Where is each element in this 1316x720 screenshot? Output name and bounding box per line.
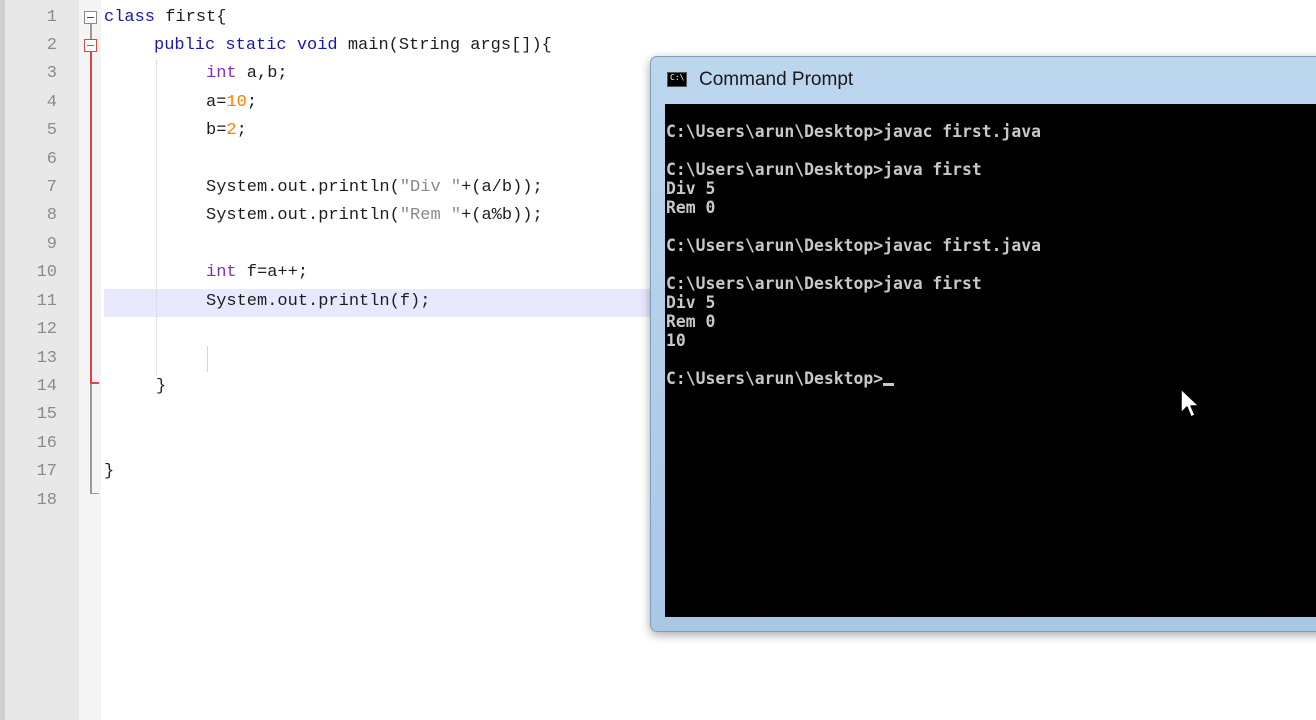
console-output: C:\Users\arun\Desktop>javac first.java C…: [665, 104, 1316, 388]
line-number: 5: [46, 121, 57, 140]
line-number: 6: [46, 150, 57, 169]
code-token: b=: [206, 121, 227, 140]
code-token: ;: [236, 121, 247, 140]
console-cursor: [883, 383, 895, 386]
fold-end-class: [90, 493, 99, 494]
mouse-pointer-icon: [1180, 388, 1200, 418]
cmd-icon: C:\: [667, 72, 687, 87]
code-token: main(String args[]){: [337, 36, 552, 55]
code-line-1: class first{: [104, 4, 226, 32]
code-token: a,b;: [236, 64, 288, 83]
line-number: 4: [46, 93, 57, 112]
fold-toggle-class[interactable]: [84, 11, 97, 24]
line-number: 1: [46, 8, 57, 27]
line-number: 14: [36, 377, 57, 396]
code-token: +(a/b));: [461, 178, 543, 197]
code-token: System.out.println(: [206, 206, 400, 225]
line-number: 18: [36, 491, 57, 510]
code-token: int: [206, 263, 237, 282]
code-line-5: b=2;: [206, 117, 247, 145]
code-line-8: System.out.println("Rem "+(a%b));: [206, 202, 543, 230]
code-line-7: System.out.println("Div "+(a/b));: [206, 174, 543, 202]
line-number: 17: [36, 462, 57, 481]
code-token: first{: [155, 8, 227, 27]
code-line-11: System.out.println(f);: [206, 292, 431, 311]
line-number: 10: [36, 263, 57, 282]
line-number: 11: [36, 292, 57, 311]
window-title: Command Prompt: [699, 69, 854, 90]
line-number: 8: [46, 206, 57, 225]
code-token: 10: [226, 93, 247, 112]
code-token: public static void: [154, 36, 338, 55]
code-line-3: int a,b;: [206, 60, 288, 88]
line-number: 2: [46, 36, 57, 55]
code-line-4: a=10;: [206, 89, 257, 117]
indent-guide: [156, 60, 158, 376]
cmd-icon-label: C:\: [670, 73, 685, 82]
line-number: 3: [46, 64, 57, 83]
code-token: 2: [226, 121, 237, 140]
code-token: +(a%b));: [461, 206, 543, 225]
code-token: "Div ": [399, 178, 462, 197]
line-number: 12: [36, 320, 57, 339]
code-line-10: int f=a++;: [206, 259, 308, 287]
command-prompt-window[interactable]: C:\ Command Prompt C:\Users\arun\Desktop…: [650, 56, 1316, 632]
fold-line-main: [90, 52, 92, 383]
window-titlebar[interactable]: C:\ Command Prompt: [651, 57, 1316, 103]
text-caret: [207, 347, 208, 371]
fold-toggle-main[interactable]: [84, 39, 97, 52]
code-token: "Rem ": [399, 206, 462, 225]
fold-end-main: [90, 382, 99, 384]
line-number: 9: [46, 235, 57, 254]
code-token: f=a++;: [236, 263, 309, 282]
code-token: System.out.println(: [206, 178, 400, 197]
code-token: int: [206, 64, 237, 83]
console-text: C:\Users\arun\Desktop>javac first.java C…: [666, 122, 1041, 388]
code-line-2: public static void main(String args[]){: [154, 32, 552, 60]
code-token: ;: [246, 93, 258, 112]
code-token: a=: [206, 93, 227, 112]
line-number: 13: [36, 349, 57, 368]
line-number: 16: [36, 434, 57, 453]
line-number: 7: [46, 178, 57, 197]
code-token: class: [104, 8, 156, 27]
line-number: 15: [36, 405, 57, 424]
console-area[interactable]: C:\Users\arun\Desktop>javac first.java C…: [665, 104, 1316, 617]
code-line-17: }: [104, 462, 115, 481]
code-line-14: }: [156, 377, 167, 396]
